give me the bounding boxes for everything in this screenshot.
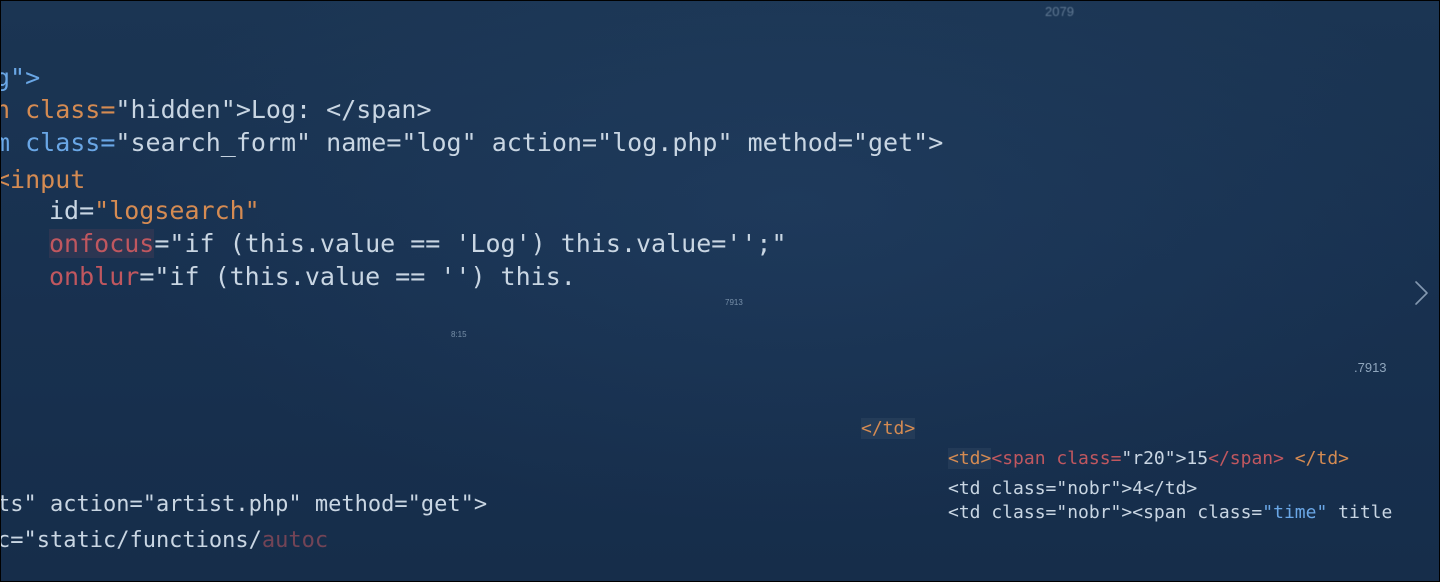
code-token: title: [1327, 502, 1393, 523]
code-line: onfocus="if (this.value == 'Log') this.v…: [49, 227, 787, 260]
code-token: m class=: [1, 128, 116, 157]
code-line: </td>: [861, 417, 916, 441]
code-line: n class="hidden">Log: </span>: [1, 93, 432, 126]
code-token: id=: [49, 196, 95, 225]
code-line: id="logsearch": [49, 194, 260, 227]
code-token: ="if (this.value == '') this.: [139, 262, 576, 291]
code-token: <td class="nobr">4</td>: [948, 478, 1198, 499]
code-token: g">: [1, 63, 41, 92]
faint-number-label: 7913: [725, 298, 743, 307]
code-token: "time": [1262, 502, 1328, 523]
chevron-right-icon: [1415, 281, 1428, 305]
code-token: "hidden">Log: </span>: [115, 95, 432, 124]
code-line: <td class="nobr"><span class="time" titl…: [948, 501, 1392, 525]
code-token: "search_form" name="log" action="log.php…: [115, 128, 944, 157]
code-token: autoc: [261, 528, 329, 553]
code-token: ts" action="artist.php" method="get">: [1, 492, 488, 517]
code-token: </td>: [861, 418, 916, 439]
faint-number-label: .7913: [1354, 360, 1387, 375]
code-token: ="if (this.value == 'Log') this.value=''…: [154, 229, 787, 258]
code-line: onblur="if (this.value == '') this.: [49, 260, 576, 293]
code-token: "logsearch": [94, 196, 260, 225]
code-token: onblur: [49, 262, 140, 291]
code-token: </td>: [1283, 448, 1349, 469]
faint-number-label: 8:15: [451, 330, 467, 339]
hero-banner: g"> n class="hidden">Log: </span> m clas…: [1, 1, 1439, 581]
code-token: <td class="nobr"><span class=: [948, 502, 1263, 523]
code-line: <td class="nobr">4</td>: [948, 477, 1197, 501]
code-line: ts" action="artist.php" method="get">: [1, 491, 487, 519]
code-token: c="static/functions/: [1, 528, 262, 553]
code-token: n class=: [1, 95, 116, 124]
next-slide-button[interactable]: [1407, 277, 1435, 309]
code-line: m class="search_form" name="log" action=…: [1, 126, 943, 159]
code-token: </span>: [1208, 448, 1284, 469]
code-line: g">: [1, 61, 40, 94]
code-line: <input: [1, 163, 85, 196]
code-token: "r20">15: [1121, 448, 1209, 469]
code-token: <td>: [948, 448, 992, 469]
code-line: <td><span class="r20">15</span> </td>: [948, 447, 1349, 471]
code-token: <input: [1, 165, 86, 194]
faint-number-label: 2079: [1045, 4, 1074, 19]
code-token: <span class=: [991, 448, 1122, 469]
code-token: onfocus: [49, 229, 155, 258]
code-line: c="static/functions/autoc: [1, 527, 328, 555]
